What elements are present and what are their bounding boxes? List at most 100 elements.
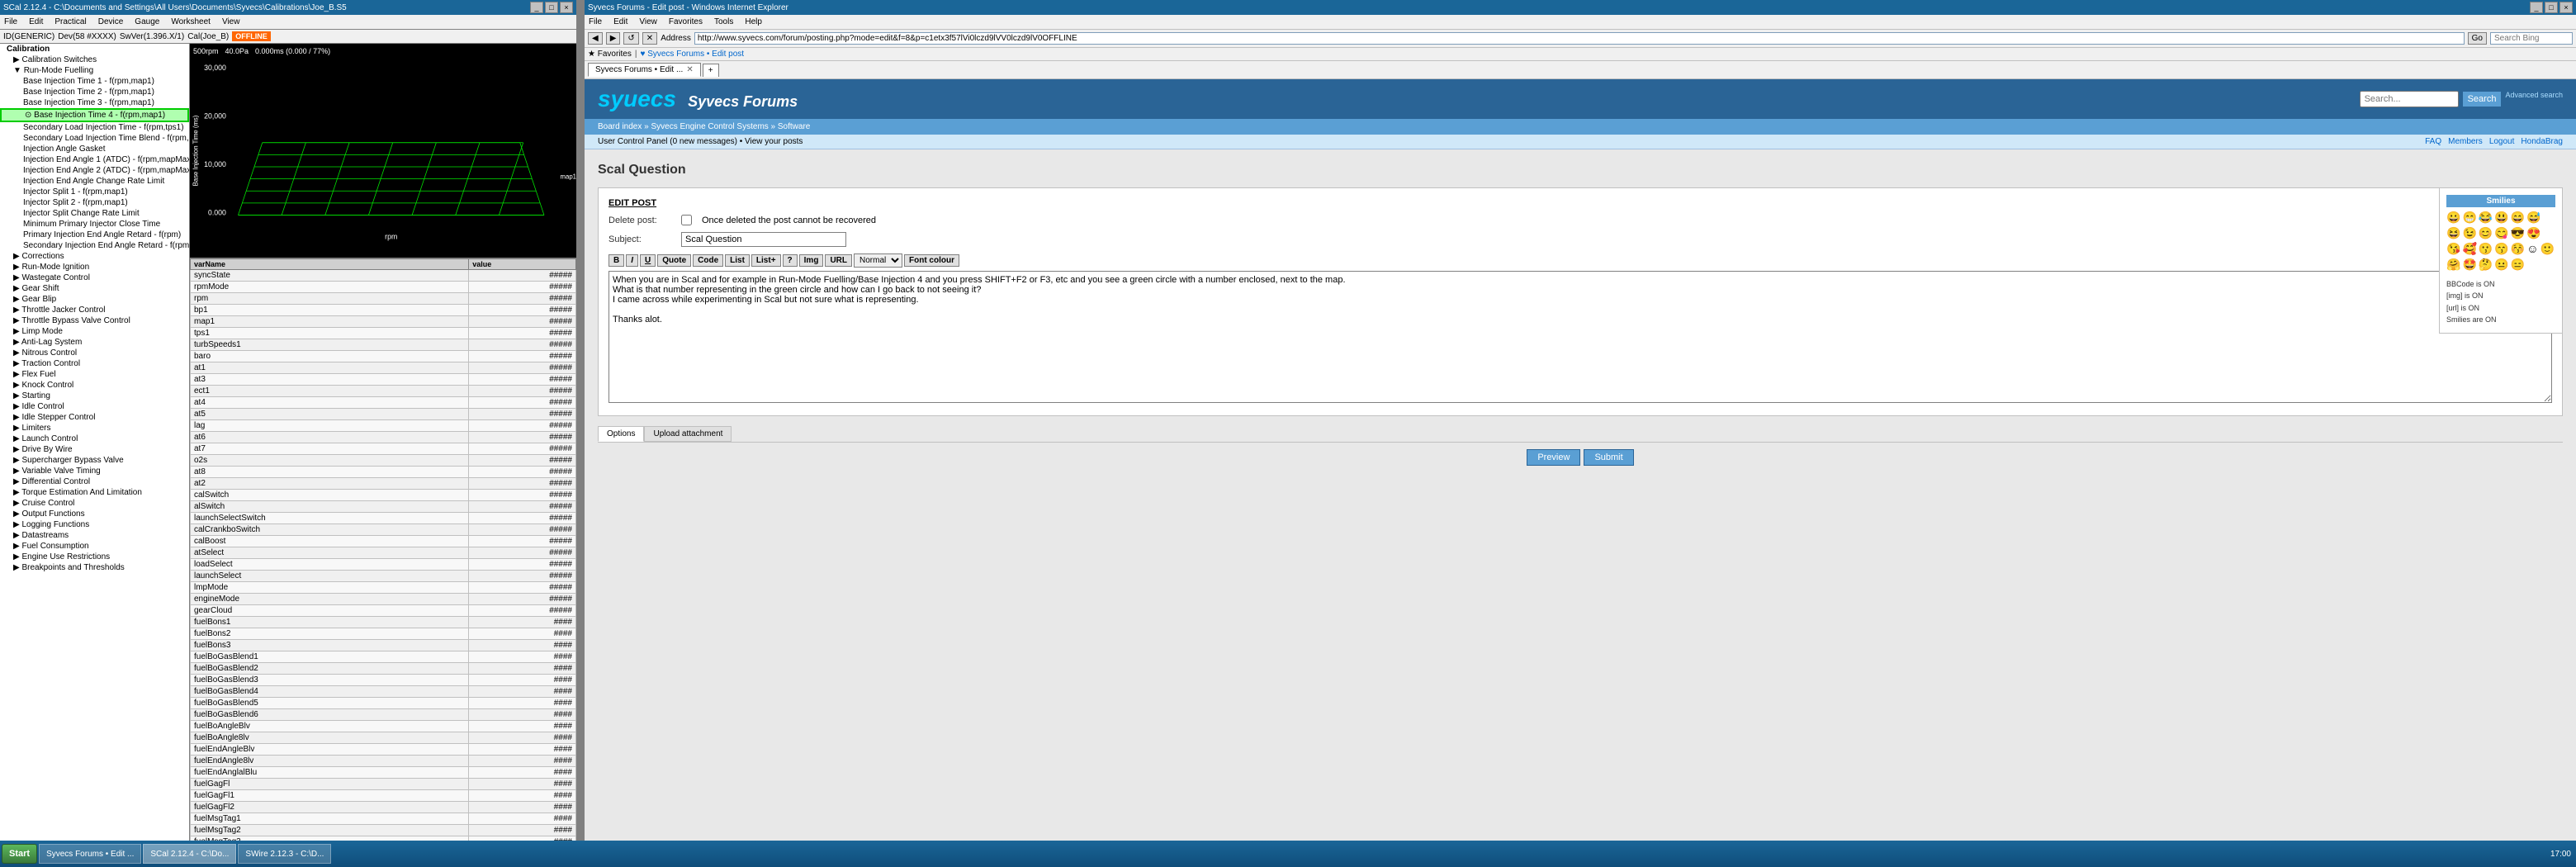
- smiley-10[interactable]: 😋: [2494, 226, 2508, 240]
- stop-btn[interactable]: ✕: [642, 32, 657, 45]
- browser-menu-favorites[interactable]: Favorites: [666, 17, 705, 27]
- tree-item-tbvc[interactable]: ▶ Throttle Bypass Valve Control: [0, 315, 189, 326]
- smiley-5[interactable]: 😄: [2511, 211, 2525, 225]
- browser-restore-btn[interactable]: □: [2545, 2, 2558, 13]
- smiley-6[interactable]: 😅: [2526, 211, 2540, 225]
- preview-btn[interactable]: Preview: [1527, 449, 1580, 466]
- tree-item-iea1[interactable]: Injection End Angle 1 (ATDC) - f(rpm,map…: [0, 154, 189, 165]
- panel-separator[interactable]: [578, 0, 585, 867]
- tree-item-scbv[interactable]: ▶ Supercharger Bypass Valve: [0, 455, 189, 466]
- address-input[interactable]: [694, 32, 2465, 45]
- browser-menu-view[interactable]: View: [637, 17, 660, 27]
- quote-btn[interactable]: Quote: [657, 254, 691, 267]
- tree-item-kc[interactable]: ▶ Knock Control: [0, 380, 189, 391]
- smiley-19[interactable]: 🙂: [2540, 242, 2554, 256]
- list-btn[interactable]: List: [725, 254, 750, 267]
- tree-item-piear[interactable]: Primary Injection End Angle Retard - f(r…: [0, 230, 189, 240]
- scal-menu-device[interactable]: Device: [96, 17, 126, 27]
- forward-btn[interactable]: ▶: [606, 32, 621, 45]
- favorites-label[interactable]: ★ Favorites: [588, 50, 632, 59]
- tree-item-bit3[interactable]: Base Injection Time 3 - f(rpm,map1): [0, 97, 189, 108]
- tree-item-slit[interactable]: Secondary Load Injection Time - f(rpm,tp…: [0, 122, 189, 133]
- smiley-8[interactable]: 😉: [2462, 226, 2476, 240]
- new-tab-btn[interactable]: +: [703, 64, 719, 77]
- scal-menu-practical[interactable]: Practical: [52, 17, 88, 27]
- tree-item-rmi[interactable]: ▶ Run-Mode Ignition: [0, 262, 189, 272]
- browser-menu-file[interactable]: File: [586, 17, 604, 27]
- tree-item-iscrl[interactable]: Injector Split Change Rate Limit: [0, 208, 189, 219]
- smiley-16[interactable]: 😙: [2494, 242, 2508, 256]
- tree-item-is1[interactable]: Injector Split 1 - f(rpm,map1): [0, 187, 189, 197]
- forum-search-input[interactable]: [2360, 91, 2459, 107]
- scal-menu-worksheet[interactable]: Worksheet: [168, 17, 213, 27]
- tree-root[interactable]: Calibration: [0, 44, 189, 54]
- tree-item-fc[interactable]: ▶ Fuel Consumption: [0, 541, 189, 552]
- scal-minimize-btn[interactable]: _: [530, 2, 543, 13]
- smiley-14[interactable]: 🥰: [2462, 242, 2476, 256]
- tree-item-ic[interactable]: ▶ Idle Control: [0, 401, 189, 412]
- user-link[interactable]: HondaBrag: [2521, 137, 2563, 146]
- smiley-11[interactable]: 😎: [2511, 226, 2525, 240]
- subject-input[interactable]: [681, 232, 846, 247]
- tree-item-of[interactable]: ▶ Output Functions: [0, 509, 189, 519]
- scal-close-btn[interactable]: ×: [560, 2, 573, 13]
- tree-item-lm[interactable]: ▶ Limp Mode: [0, 326, 189, 337]
- tree-item-bit1[interactable]: Base Injection Time 1 - f(rpm,map1): [0, 76, 189, 87]
- submit-btn[interactable]: Submit: [1584, 449, 1633, 466]
- smiley-22[interactable]: 🤔: [2479, 258, 2493, 272]
- tree-item-is2[interactable]: Injector Split 2 - f(rpm,map1): [0, 197, 189, 208]
- search-input[interactable]: [2490, 32, 2573, 45]
- tree-item-ff[interactable]: ▶ Flex Fuel: [0, 369, 189, 380]
- url-btn[interactable]: URL: [825, 254, 852, 267]
- tree-item-gb[interactable]: ▶ Gear Blip: [0, 294, 189, 305]
- smiley-18[interactable]: ☺: [2526, 242, 2538, 256]
- scal-menu-gauge[interactable]: Gauge: [132, 17, 162, 27]
- smiley-4[interactable]: 😃: [2494, 211, 2508, 225]
- refresh-btn[interactable]: ↺: [623, 32, 638, 45]
- taskbar-swire[interactable]: SWire 2.12.3 - C:\D...: [238, 844, 331, 864]
- smiley-1[interactable]: 😀: [2446, 211, 2460, 225]
- smiley-13[interactable]: 😘: [2446, 242, 2460, 256]
- tree-item-bat[interactable]: ▶ Breakpoints and Thresholds: [0, 562, 189, 573]
- taskbar-syvecs[interactable]: Syvecs Forums • Edit ...: [39, 844, 141, 864]
- help-btn[interactable]: ?: [783, 254, 798, 267]
- options-tab[interactable]: Options: [598, 426, 644, 442]
- tree-item-als[interactable]: ▶ Anti-Lag System: [0, 337, 189, 348]
- smiley-20[interactable]: 🤗: [2446, 258, 2460, 272]
- browser-menu-tools[interactable]: Tools: [712, 17, 736, 27]
- italic-btn[interactable]: I: [626, 254, 638, 267]
- smiley-7[interactable]: 😆: [2446, 226, 2460, 240]
- tree-item-gs[interactable]: ▶ Gear Shift: [0, 283, 189, 294]
- smiley-3[interactable]: 😂: [2479, 211, 2493, 225]
- smiley-12[interactable]: 😍: [2526, 226, 2540, 240]
- smiley-24[interactable]: 😑: [2511, 258, 2525, 272]
- code-btn[interactable]: Code: [693, 254, 723, 267]
- tree-item-run-mode-fuelling[interactable]: ▼ Run-Mode Fuelling: [0, 65, 189, 76]
- scal-menu-edit[interactable]: Edit: [26, 17, 45, 27]
- tree-item-lc[interactable]: ▶ Launch Control: [0, 434, 189, 444]
- tree-item-lf[interactable]: ▶ Logging Functions: [0, 519, 189, 530]
- tree-item-slitb[interactable]: Secondary Load Injection Time Blend - f(…: [0, 133, 189, 144]
- scal-maximize-btn[interactable]: □: [545, 2, 558, 13]
- tree-item-iea2[interactable]: Injection End Angle 2 (ATDC) - f(rpm,map…: [0, 165, 189, 176]
- tree-item-tjc[interactable]: ▶ Throttle Jacker Control: [0, 305, 189, 315]
- tree-item-tc[interactable]: ▶ Traction Control: [0, 358, 189, 369]
- tree-item-angle-gasket[interactable]: Injection Angle Gasket: [0, 144, 189, 154]
- img-btn[interactable]: Img: [799, 254, 824, 267]
- edit-post-header[interactable]: EDIT POST: [608, 198, 2552, 208]
- post-editor[interactable]: When you are in Scal and for example in …: [608, 271, 2552, 403]
- tree-item-cal-switches[interactable]: ▶ Calibration Switches: [0, 54, 189, 65]
- smiley-9[interactable]: 😊: [2479, 226, 2493, 240]
- tree-item-ds[interactable]: ▶ Datastreams: [0, 530, 189, 541]
- tree-item-iea-change[interactable]: Injection End Angle Change Rate Limit: [0, 176, 189, 187]
- taskbar-scal[interactable]: SCal 2.12.4 - C:\Do...: [143, 844, 236, 864]
- bold-btn[interactable]: B: [608, 254, 624, 267]
- faq-link[interactable]: FAQ: [2425, 137, 2441, 146]
- smiley-2[interactable]: 😁: [2462, 211, 2476, 225]
- upload-tab[interactable]: Upload attachment: [644, 426, 732, 442]
- logout-link[interactable]: Logout: [2489, 137, 2515, 146]
- tree-item-corrections[interactable]: ▶ Corrections: [0, 251, 189, 262]
- tree-item-cc[interactable]: ▶ Cruise Control: [0, 498, 189, 509]
- tree-item-dc[interactable]: ▶ Differential Control: [0, 476, 189, 487]
- browser-close-btn[interactable]: ×: [2559, 2, 2573, 13]
